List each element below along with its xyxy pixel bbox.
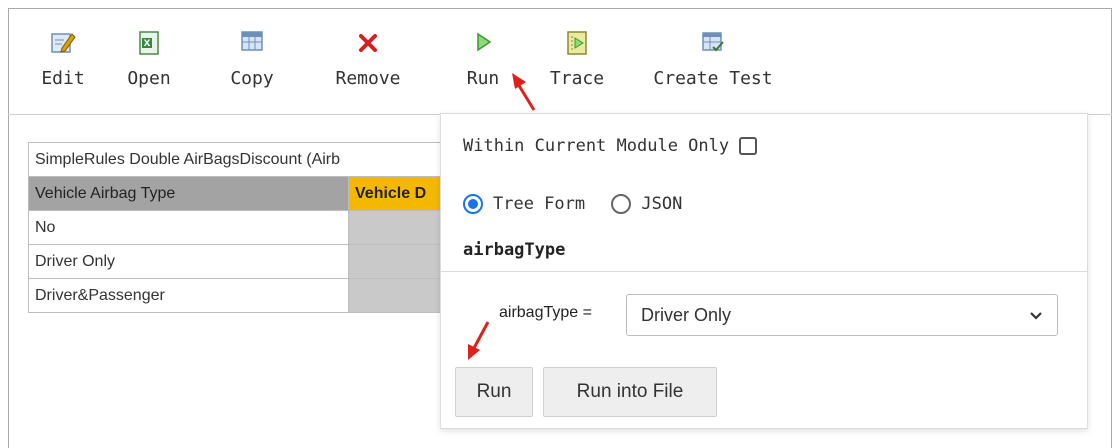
table-cell-value[interactable] — [348, 244, 449, 279]
run-popup: Within Current Module Only Tree Form JSO… — [440, 113, 1088, 429]
json-radio[interactable] — [611, 194, 632, 214]
popup-divider — [441, 271, 1087, 272]
run-into-file-button[interactable]: Run into File — [543, 367, 717, 417]
edit-label: Edit — [41, 68, 85, 89]
remove-label: Remove — [335, 68, 401, 89]
annotation-arrow-icon — [468, 321, 490, 360]
table-cell-value[interactable] — [348, 210, 449, 245]
copy-button[interactable]: Copy — [224, 30, 280, 89]
table-title[interactable]: SimpleRules Double AirBagsDiscount (Airb — [28, 142, 449, 177]
table-cell-value[interactable] — [348, 278, 449, 313]
run-toolbar-button[interactable]: Run — [460, 30, 506, 89]
tree-form-label: Tree Form — [493, 194, 586, 214]
remove-button[interactable]: Remove — [323, 30, 413, 89]
airbag-type-select[interactable]: Driver Only — [626, 294, 1058, 336]
open-button[interactable]: X Open — [121, 30, 177, 89]
run-button[interactable]: Run — [455, 367, 533, 417]
table-row: Driver Only — [28, 244, 449, 279]
open-label: Open — [127, 68, 171, 89]
module-only-row: Within Current Module Only — [463, 136, 758, 156]
svg-text:X: X — [144, 39, 151, 49]
format-radio-row: Tree Form JSON — [463, 194, 682, 214]
table-cell[interactable]: Driver Only — [28, 244, 349, 279]
module-only-checkbox[interactable] — [739, 137, 758, 155]
excel-icon: X — [121, 30, 177, 64]
tree-form-radio[interactable] — [463, 194, 483, 214]
trace-label: Trace — [549, 68, 605, 89]
edit-icon — [38, 30, 88, 64]
trace-button[interactable]: Trace — [544, 30, 610, 89]
module-only-label: Within Current Module Only — [463, 136, 730, 156]
table-title-row: SimpleRules Double AirBagsDiscount (Airb — [28, 142, 449, 177]
table-header-row: Vehicle Airbag Type Vehicle D — [28, 176, 449, 211]
copy-label: Copy — [230, 68, 274, 89]
header-vehicle-airbag-type[interactable]: Vehicle Airbag Type — [28, 176, 349, 211]
trace-icon — [544, 30, 610, 64]
table-row: No — [28, 210, 449, 245]
edit-button[interactable]: Edit — [38, 30, 88, 89]
table-cell[interactable]: No — [28, 210, 349, 245]
copy-table-icon — [224, 30, 280, 64]
create-test-button[interactable]: Create Test — [648, 30, 778, 89]
create-test-icon — [648, 30, 778, 64]
create-test-label: Create Test — [653, 68, 773, 89]
header-vehicle-discount[interactable]: Vehicle D — [348, 176, 449, 211]
airbag-type-value: Driver Only — [641, 305, 732, 325]
run-toolbar-label: Run — [466, 68, 500, 89]
chevron-down-icon — [1029, 305, 1043, 326]
table-cell[interactable]: Driver&Passenger — [28, 278, 349, 313]
decision-table: SimpleRules Double AirBagsDiscount (Airb… — [28, 142, 449, 313]
remove-x-icon — [323, 30, 413, 64]
section-title: airbagType — [463, 240, 566, 260]
toolbar: Edit X Open Copy Remove Run Trace Create… — [8, 8, 1112, 115]
json-label: JSON — [641, 194, 683, 214]
table-row: Driver&Passenger — [28, 278, 449, 313]
param-label: airbagType = — [499, 304, 592, 321]
annotation-arrow-icon — [512, 73, 536, 111]
run-play-icon — [460, 30, 506, 64]
